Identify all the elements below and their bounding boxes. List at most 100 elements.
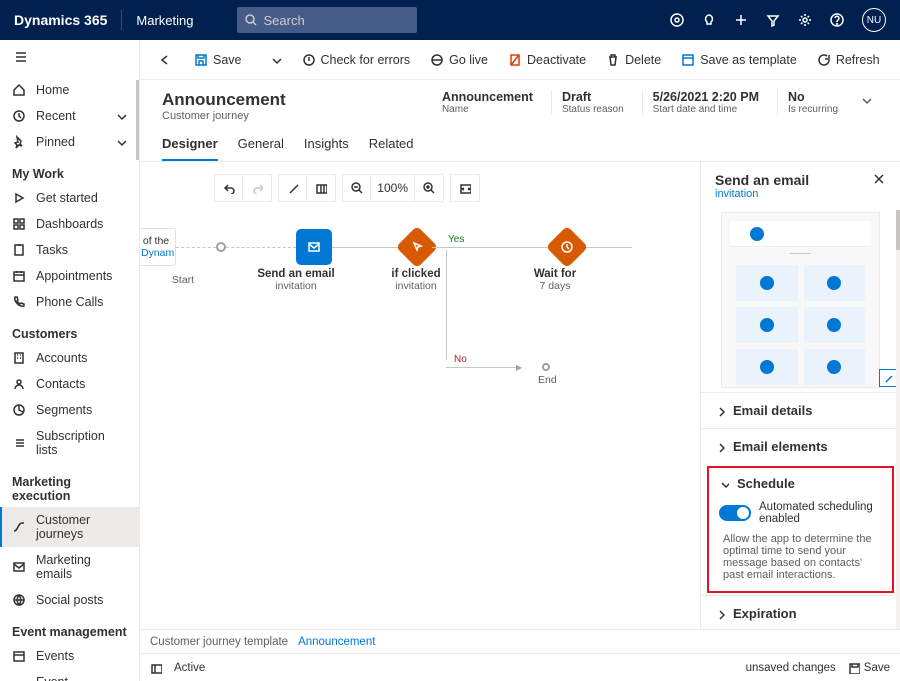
save-as-template-button[interactable]: Save as template xyxy=(673,49,805,71)
breadcrumb-label: Customer journey template xyxy=(150,636,288,648)
breadcrumb-link[interactable]: Announcement xyxy=(298,636,375,648)
phone-icon xyxy=(12,295,26,309)
save-dropdown-button[interactable] xyxy=(262,50,290,70)
deactivate-button[interactable]: Deactivate xyxy=(500,49,594,71)
chevron-right-icon xyxy=(715,608,725,620)
if-clicked-node[interactable] xyxy=(402,232,432,262)
brand-label: Dynamics 365 xyxy=(0,12,121,28)
undo-button[interactable] xyxy=(215,175,243,201)
nav-appointments[interactable]: Appointments xyxy=(0,263,139,289)
fit-tool-button[interactable] xyxy=(451,175,479,201)
end-node[interactable] xyxy=(542,363,550,371)
header-expand-button[interactable] xyxy=(856,90,878,115)
nav-social-posts[interactable]: Social posts xyxy=(0,587,139,613)
user-avatar[interactable]: NU xyxy=(862,8,886,32)
status-active: Active xyxy=(174,662,205,674)
nav-segments[interactable]: Segments xyxy=(0,397,139,423)
start-node[interactable] xyxy=(216,242,226,252)
nav-event-registrations[interactable]: Event Registrations xyxy=(0,669,139,681)
zoom-out-icon xyxy=(351,182,363,194)
close-icon xyxy=(872,172,886,186)
tab-related[interactable]: Related xyxy=(369,130,414,161)
clock-icon xyxy=(12,109,26,123)
zoom-in-button[interactable] xyxy=(415,175,443,201)
lightbulb-icon[interactable] xyxy=(702,13,716,27)
nav-home[interactable]: Home xyxy=(0,77,139,103)
cursor-icon xyxy=(410,240,424,254)
expand-icon xyxy=(287,182,299,194)
expand-tool-button[interactable] xyxy=(279,175,307,201)
plus-icon[interactable] xyxy=(734,13,748,27)
redo-button[interactable] xyxy=(243,175,271,201)
trash-icon xyxy=(606,53,620,67)
nav-pinned[interactable]: Pinned xyxy=(0,129,139,155)
nav-contacts[interactable]: Contacts xyxy=(0,371,139,397)
refresh-button[interactable]: Refresh xyxy=(809,49,888,71)
panel-scrollbar-thumb[interactable] xyxy=(896,210,900,250)
panel-subtitle[interactable]: invitation xyxy=(715,188,809,200)
branch-no-label: No xyxy=(454,354,467,365)
acc-expiration[interactable]: Expiration xyxy=(701,596,900,629)
map-tool-button[interactable] xyxy=(307,175,335,201)
section-marketing-exec: Marketing execution xyxy=(0,463,139,507)
panel-scrollbar-track[interactable] xyxy=(896,210,900,629)
page-title: Announcement xyxy=(162,90,286,110)
section-mywork: My Work xyxy=(0,155,139,185)
target-icon[interactable] xyxy=(670,13,684,27)
nav-get-started[interactable]: Get started xyxy=(0,185,139,211)
tab-insights[interactable]: Insights xyxy=(304,130,349,161)
clock-icon xyxy=(560,240,574,254)
nav-events[interactable]: Events xyxy=(0,643,139,669)
zoom-level[interactable]: 100% xyxy=(371,175,415,201)
nav-marketing-emails[interactable]: Marketing emails xyxy=(0,547,139,587)
tab-general[interactable]: General xyxy=(238,130,284,161)
meta-recurring-label: Is recurring xyxy=(788,104,838,115)
chevron-down-icon xyxy=(115,136,127,148)
email-node[interactable] xyxy=(296,229,332,265)
hamburger-button[interactable] xyxy=(0,40,139,77)
status-save-button[interactable]: Save xyxy=(848,662,890,674)
chevron-right-icon xyxy=(715,441,725,453)
nav-accounts[interactable]: Accounts xyxy=(0,345,139,371)
wait-node[interactable] xyxy=(552,232,582,262)
schedule-toggle[interactable] xyxy=(719,505,751,521)
sidebar-scrollbar[interactable] xyxy=(136,80,139,160)
status-panel-button[interactable] xyxy=(150,662,162,674)
nav-dashboards[interactable]: Dashboards xyxy=(0,211,139,237)
acc-schedule[interactable]: Schedule xyxy=(709,468,892,499)
nav-recent[interactable]: Recent xyxy=(0,103,139,129)
mail-icon xyxy=(307,240,321,254)
person-icon xyxy=(12,377,26,391)
branch-yes-label: Yes xyxy=(448,234,464,245)
list-icon xyxy=(12,436,26,450)
nav-customer-journeys[interactable]: Customer journeys xyxy=(0,507,139,547)
deactivate-icon xyxy=(508,53,522,67)
zoom-in-icon xyxy=(423,182,435,194)
nav-tasks[interactable]: Tasks xyxy=(0,237,139,263)
section-customers: Customers xyxy=(0,315,139,345)
go-live-button[interactable]: Go live xyxy=(422,49,496,71)
segment-tile[interactable]: of the Dynam xyxy=(140,228,176,266)
gear-icon[interactable] xyxy=(798,13,812,27)
nav-phone-calls[interactable]: Phone Calls xyxy=(0,289,139,315)
check-errors-button[interactable]: Check for errors xyxy=(294,49,419,71)
chevron-right-icon xyxy=(715,405,725,417)
delete-button[interactable]: Delete xyxy=(598,49,669,71)
check-access-button[interactable]: Check Access xyxy=(892,49,900,71)
email-preview[interactable]: ───── xyxy=(721,212,880,388)
filter-icon[interactable] xyxy=(766,13,780,27)
acc-email-elements[interactable]: Email elements xyxy=(701,429,900,464)
start-label: Start xyxy=(140,274,226,286)
nav-subscription-lists[interactable]: Subscription lists xyxy=(0,423,139,463)
search-box[interactable]: Search xyxy=(237,7,417,33)
zoom-out-button[interactable] xyxy=(343,175,371,201)
panel-close-button[interactable] xyxy=(872,172,886,189)
wait-node-title: Wait for xyxy=(466,268,644,280)
calendar-icon xyxy=(12,649,26,663)
acc-email-details[interactable]: Email details xyxy=(701,393,900,428)
tab-designer[interactable]: Designer xyxy=(162,130,218,161)
preview-expand-button[interactable] xyxy=(879,369,897,387)
back-button[interactable] xyxy=(148,49,182,71)
save-button[interactable]: Save xyxy=(186,49,250,71)
help-icon[interactable] xyxy=(830,13,844,27)
